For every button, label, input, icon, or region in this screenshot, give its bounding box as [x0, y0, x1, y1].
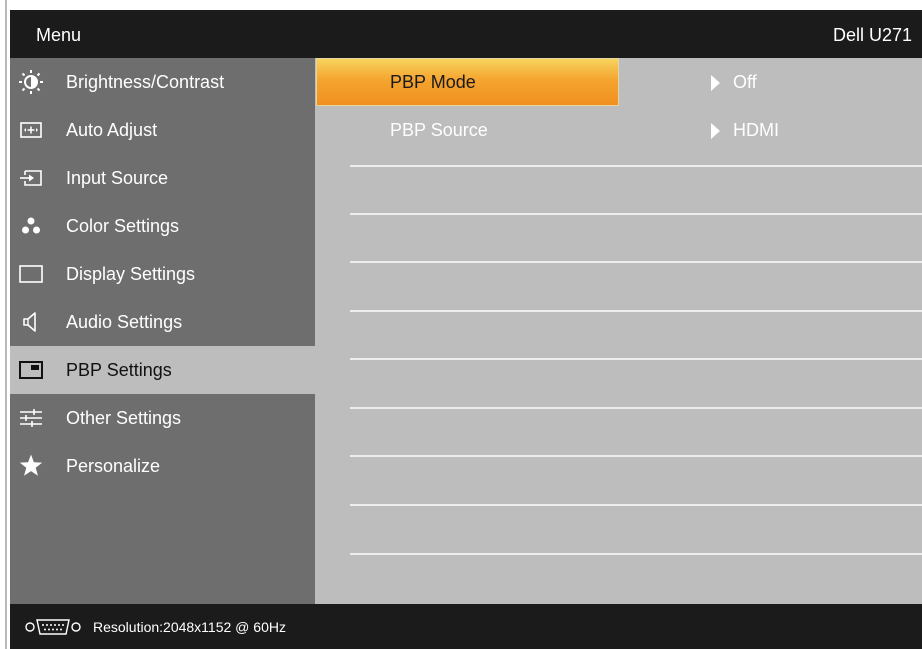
- sidebar-item-label: Color Settings: [66, 215, 180, 236]
- option-pbp-source[interactable]: PBP Source HDMI: [315, 106, 922, 154]
- option-pbp-mode[interactable]: PBP Mode Off: [315, 58, 922, 106]
- auto-adjust-icon: [18, 117, 44, 143]
- vga-port-icon: [24, 618, 82, 639]
- sidebar-item-label: Auto Adjust: [66, 119, 158, 140]
- sidebar-item-label: Audio Settings: [66, 311, 183, 332]
- sliders-icon: [18, 405, 44, 431]
- sidebar-item-audio-settings[interactable]: Audio Settings: [10, 298, 315, 346]
- osd-window: Menu Dell U271 Brightness/Contrast Auto …: [10, 10, 922, 649]
- row-divider: [350, 358, 922, 360]
- star-icon: [18, 453, 44, 479]
- sidebar-item-pbp-settings[interactable]: PBP Settings: [10, 346, 315, 394]
- brightness-icon: [18, 69, 44, 95]
- option-label: PBP Source: [390, 120, 488, 140]
- row-divider: [350, 553, 922, 555]
- sidebar-item-label: Brightness/Contrast: [66, 71, 225, 92]
- sidebar-item-input-source[interactable]: Input Source: [10, 154, 315, 202]
- option-value: Off: [733, 72, 757, 92]
- row-divider: [350, 261, 922, 263]
- sidebar-item-label: Personalize: [66, 455, 161, 476]
- sidebar-item-personalize[interactable]: Personalize: [10, 442, 315, 490]
- color-settings-icon: [18, 213, 44, 239]
- sidebar-item-brightness-contrast[interactable]: Brightness/Contrast: [10, 58, 315, 106]
- option-value-wrap: HDMI: [711, 120, 779, 141]
- option-value-wrap: Off: [711, 72, 757, 93]
- speaker-icon: [18, 309, 44, 335]
- row-divider: [350, 310, 922, 312]
- right-arrow-icon: [711, 74, 720, 91]
- sidebar-item-color-settings[interactable]: Color Settings: [10, 202, 315, 250]
- title-bar: Menu Dell U271: [10, 10, 922, 58]
- option-label: PBP Mode: [390, 72, 476, 92]
- sidebar-item-label: Input Source: [66, 167, 169, 188]
- pbp-icon: [18, 357, 44, 383]
- sidebar-item-display-settings[interactable]: Display Settings: [10, 250, 315, 298]
- display-settings-icon: [18, 261, 44, 287]
- sidebar-item-label: Other Settings: [66, 407, 182, 428]
- row-divider: [350, 504, 922, 506]
- option-value: HDMI: [733, 120, 779, 140]
- sidebar: Brightness/Contrast Auto Adjust Input So…: [10, 58, 315, 604]
- sidebar-item-label: PBP Settings: [66, 359, 172, 380]
- right-arrow-icon: [711, 122, 720, 139]
- status-bar: Resolution:2048x1152 @ 60Hz: [10, 604, 922, 649]
- left-rule: [5, 0, 7, 649]
- model-name: Dell U271: [832, 25, 912, 45]
- row-divider: [350, 213, 922, 215]
- sidebar-item-other-settings[interactable]: Other Settings: [10, 394, 315, 442]
- row-divider: [350, 455, 922, 457]
- row-divider: [350, 165, 922, 167]
- row-divider: [350, 407, 922, 409]
- resolution-readout: Resolution:2048x1152 @ 60Hz: [93, 619, 286, 635]
- pbp-settings-panel: PBP Mode Off PBP Source HDMI: [315, 58, 922, 604]
- sidebar-item-auto-adjust[interactable]: Auto Adjust: [10, 106, 315, 154]
- input-source-icon: [18, 165, 44, 191]
- sidebar-item-label: Display Settings: [66, 263, 196, 284]
- menu-title: Menu: [36, 25, 82, 45]
